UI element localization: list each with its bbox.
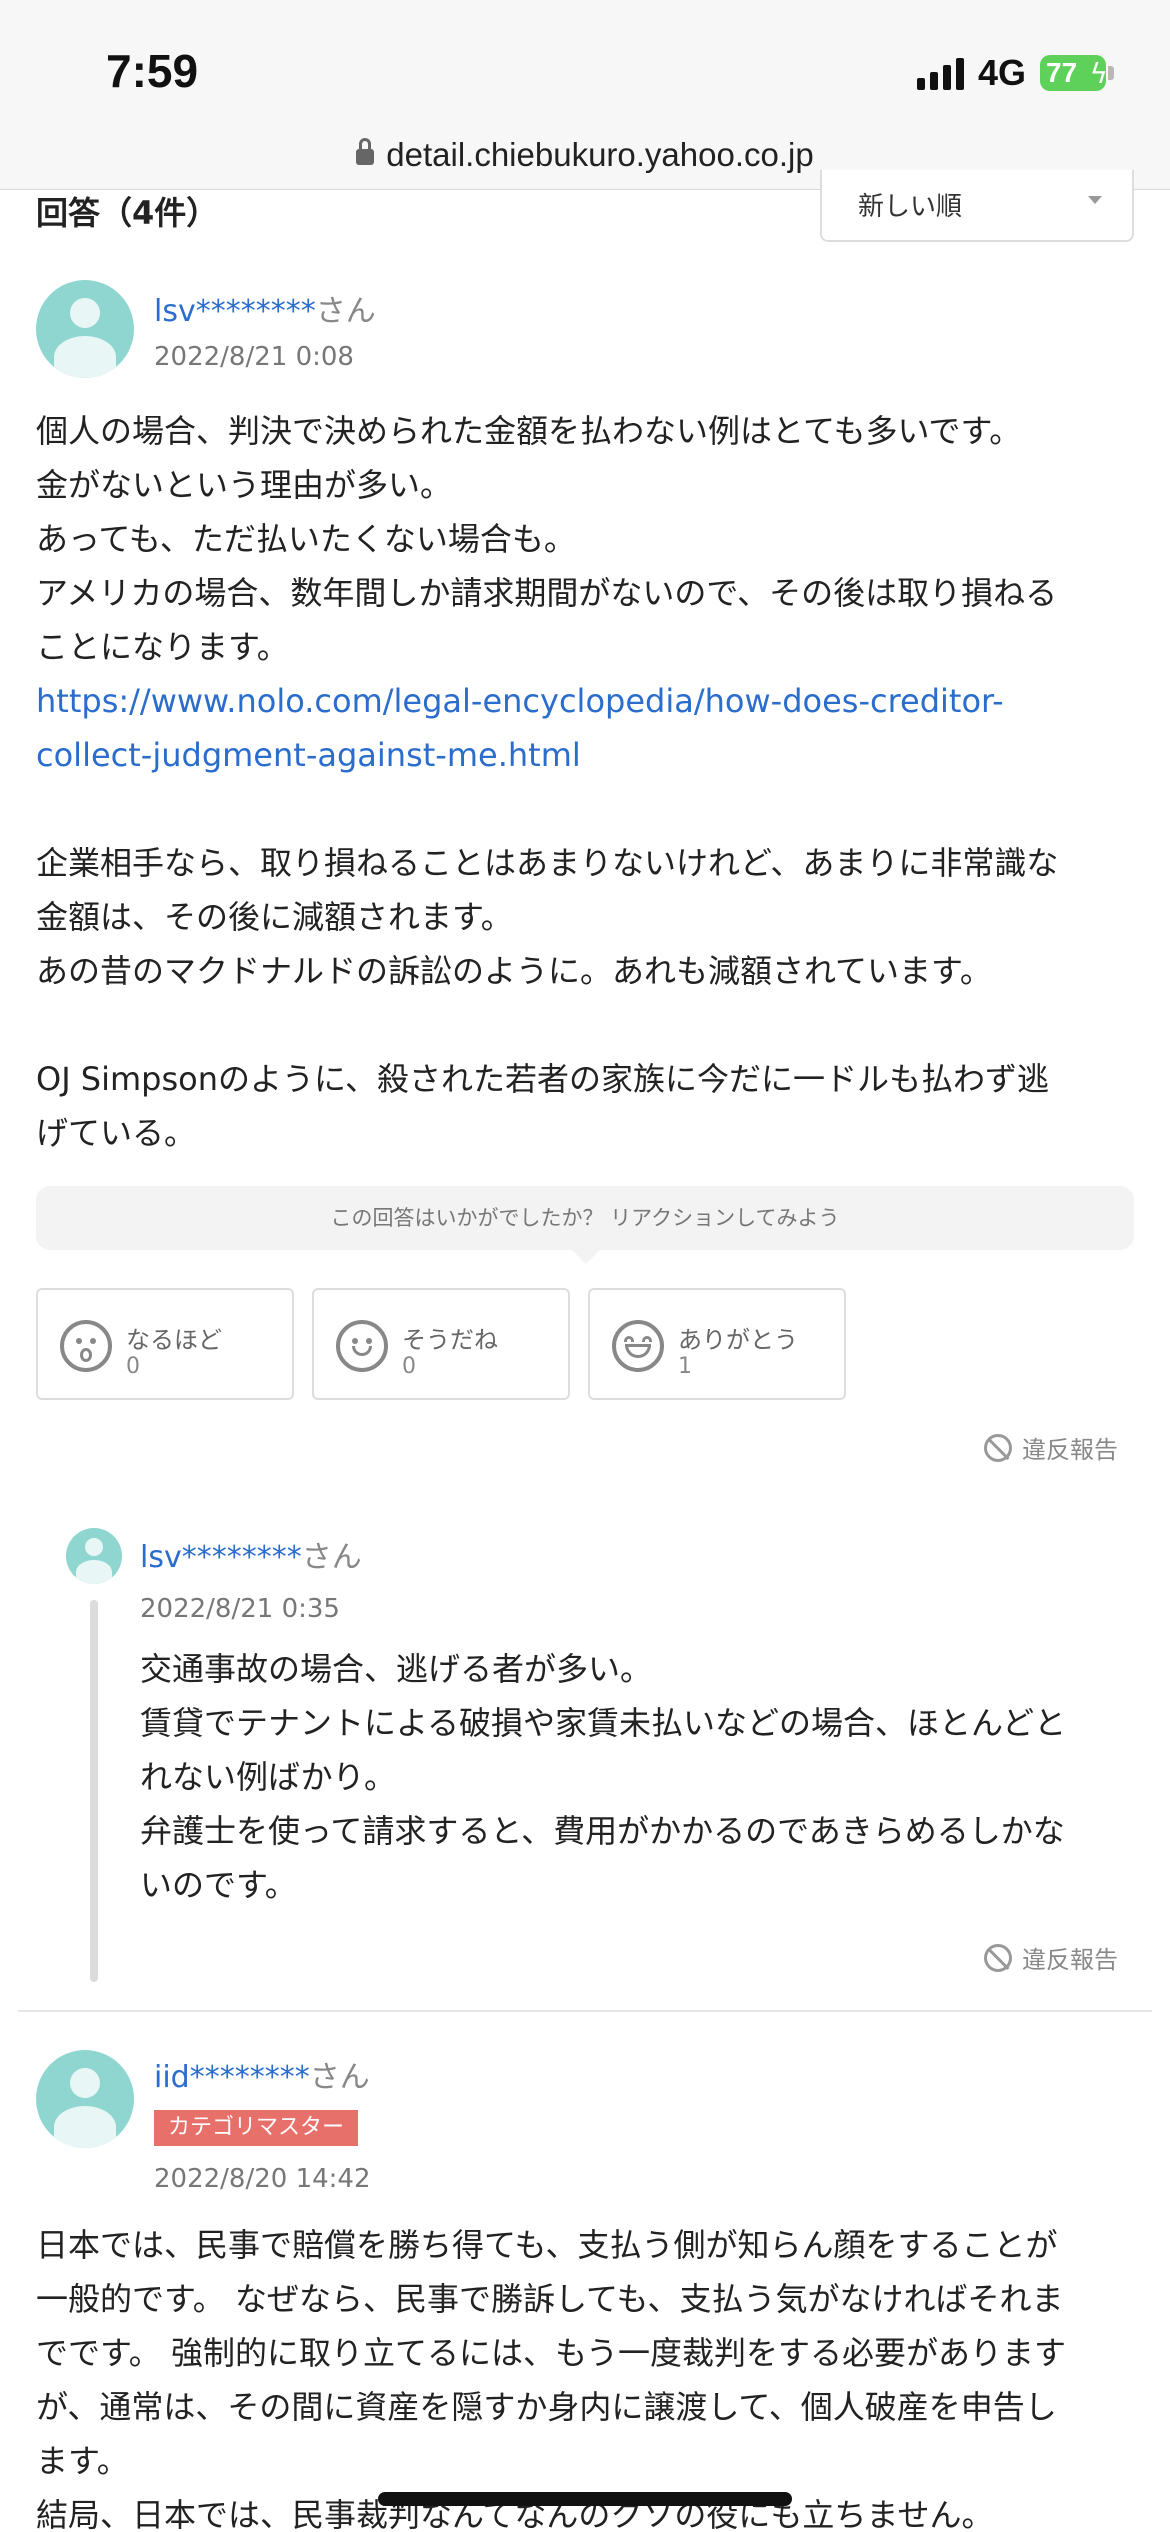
reaction-button-naruhodo[interactable]: なるほど 0 <box>36 1288 294 1400</box>
answer-body: 日本では、民事で賠償を勝ち得ても、支払う側が知らん顔をすることが 一般的です。 … <box>36 2218 1136 2532</box>
chevron-down-icon <box>1088 196 1102 204</box>
sort-dropdown[interactable]: 新しい順 <box>820 170 1134 242</box>
status-bar: 7:59 4G 77 ϟ <box>0 0 1170 120</box>
reference-link[interactable]: https://www.nolo.com/legal-encyclopedia/… <box>36 682 1004 720</box>
reaction-label: ありがとう <box>678 1326 798 1354</box>
answer-line: 企業相手なら、取り損ねることはあまりないけれど、あまりに非常識な <box>36 844 1059 882</box>
lock-icon <box>356 137 375 169</box>
report-button[interactable]: 違反報告 <box>984 1940 1118 1975</box>
answer-line: 金がないという理由が多い。 <box>36 466 453 504</box>
answer-line: ます。 <box>36 2442 129 2480</box>
reply-body: 交通事故の場合、逃げる者が多い。 賃貸でテナントによる破損や家賃未払いなどの場合… <box>140 1642 1130 1912</box>
user-id[interactable]: iid******** <box>154 2060 310 2095</box>
reply-line: いのです。 <box>140 1866 297 1904</box>
answer-line: OJ Simpsonのように、殺された若者の家族に今だに一ドルも払わず逃 <box>36 1060 1050 1098</box>
prohibited-icon <box>984 1943 1012 1972</box>
grin-face-icon <box>612 1320 664 1372</box>
answer-date: 2022/8/20 14:42 <box>154 2164 371 2194</box>
answer-date: 2022/8/21 0:08 <box>154 342 354 372</box>
answer-line: 一般的です。 なぜなら、民事で勝訴しても、支払う気がなければそれま <box>36 2280 1064 2318</box>
report-label: 違反報告 <box>1022 1436 1118 1464</box>
answer-line: が、通常は、その間に資産を隠すか身内に譲渡して、個人破産を申告し <box>36 2388 1057 2426</box>
reference-link[interactable]: collect-judgment-against-me.html <box>36 736 581 774</box>
reply-line: れない例ばかり。 <box>140 1758 397 1796</box>
battery-tip <box>1108 66 1114 80</box>
status-indicators: 4G 77 ϟ <box>916 52 1114 94</box>
status-time: 7:59 <box>106 45 199 97</box>
reaction-label: そうだね <box>402 1326 498 1354</box>
network-type: 4G <box>977 52 1026 93</box>
answers-count-title: 回答（4件） <box>36 194 219 232</box>
report-button[interactable]: 違反報告 <box>984 1430 1118 1465</box>
answer-line: 日本では、民事で賠償を勝ち得ても、支払う側が知らん顔をすることが <box>36 2226 1058 2264</box>
reaction-prompt-text: この回答はいかがでしたか？ リアクションしてみよう <box>330 1206 840 1230</box>
answer-user-name[interactable]: lsv********さん <box>154 286 376 330</box>
avatar[interactable] <box>66 1528 122 1584</box>
user-id[interactable]: lsv******** <box>154 294 316 329</box>
answer-line: ことになります。 <box>36 628 289 666</box>
answer-user-name[interactable]: iid********さん <box>154 2052 370 2096</box>
reaction-button-arigatou[interactable]: ありがとう 1 <box>588 1288 846 1400</box>
home-indicator[interactable] <box>378 2492 792 2506</box>
reaction-prompt: この回答はいかがでしたか？ リアクションしてみよう <box>36 1186 1134 1264</box>
reply-line: 交通事故の場合、逃げる者が多い。 <box>140 1650 653 1688</box>
user-id[interactable]: lsv******** <box>140 1540 302 1575</box>
answer-divider <box>18 2010 1152 2012</box>
answer-body: 個人の場合、判決で決められた金額を払わない例はとても多いです。 金がないという理… <box>36 404 1136 1160</box>
reaction-count: 0 <box>402 1354 416 1379</box>
smile-face-icon <box>336 1320 388 1372</box>
answer-line: げている。 <box>36 1114 197 1152</box>
avatar[interactable] <box>36 2050 134 2148</box>
answer-line: でです。 強制的に取り立てるには、もう一度裁判をする必要があります <box>36 2334 1067 2372</box>
reaction-count: 1 <box>678 1354 692 1379</box>
reaction-label: なるほど <box>126 1326 222 1354</box>
cellular-signal-icon <box>916 56 964 90</box>
url-text[interactable]: detail.chiebukuro.yahoo.co.jp <box>386 136 813 174</box>
reply-line: 弁護士を使って請求すると、費用がかかるのであきらめるしかな <box>140 1812 1065 1850</box>
sort-selected-label: 新しい順 <box>858 192 963 222</box>
honorific: さん <box>315 294 376 329</box>
honorific: さん <box>301 1540 362 1575</box>
answer-line: 個人の場合、判決で決められた金額を払わない例はとても多いです。 <box>36 412 1022 450</box>
honorific: さん <box>309 2060 370 2095</box>
reaction-button-soudane[interactable]: そうだね 0 <box>312 1288 570 1400</box>
category-master-badge: カテゴリマスター <box>154 2110 359 2146</box>
charging-bolt-icon: ϟ <box>1089 57 1108 90</box>
prohibited-icon <box>984 1433 1012 1462</box>
avatar[interactable] <box>36 280 134 378</box>
thread-line <box>90 1600 98 1982</box>
reply-line: 賃貸でテナントによる破損や家賃未払いなどの場合、ほとんどと <box>140 1704 1067 1742</box>
answer-line: あっても、ただ払いたくない場合も。 <box>36 520 576 558</box>
answer-line: アメリカの場合、数年間しか請求期間がないので、その後は取り損ねる <box>36 574 1058 612</box>
surprised-face-icon <box>60 1320 112 1372</box>
battery-percent: 77 <box>1046 57 1078 88</box>
reaction-count: 0 <box>126 1354 140 1379</box>
report-label: 違反報告 <box>1022 1946 1118 1974</box>
reply-date: 2022/8/21 0:35 <box>140 1594 340 1624</box>
answer-line: 金額は、その後に減額されます。 <box>36 898 513 936</box>
answer-line: あの昔のマクドナルドの訴訟のように。あれも減額されています。 <box>36 952 992 990</box>
battery-icon: 77 ϟ <box>1040 55 1108 91</box>
reply-user-name[interactable]: lsv********さん <box>140 1532 362 1576</box>
